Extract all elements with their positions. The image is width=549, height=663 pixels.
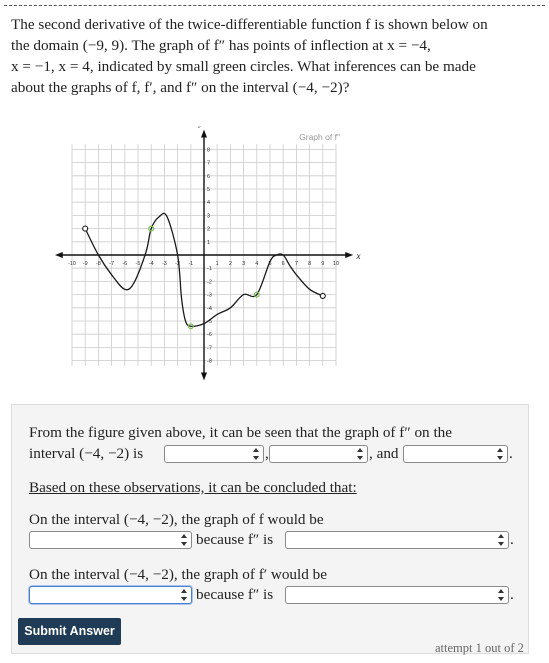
x-tick-label: -10 <box>68 261 76 267</box>
y-tick-label: 5 <box>207 187 210 193</box>
open-endpoint <box>82 225 89 232</box>
y-axis-label: y <box>198 126 203 128</box>
period-separator-2: . <box>510 531 514 548</box>
because-label-2: because f″ is <box>196 586 274 603</box>
x-tick-label: -4 <box>149 261 154 267</box>
select-arrows-icon <box>181 533 188 547</box>
x-tick-label: -1 <box>188 261 193 267</box>
f-graph-select[interactable] <box>29 531 192 549</box>
select-arrows-icon <box>253 447 260 461</box>
x-tick-label: 7 <box>295 261 298 267</box>
x-tick-label: 8 <box>308 261 311 267</box>
x-tick-label: 9 <box>321 261 324 267</box>
x-tick-label: -3 <box>162 261 167 267</box>
f2-behavior-select-2[interactable] <box>269 445 368 463</box>
f-concavity-prompt: On the interval (−4, −2), the graph of f… <box>29 511 324 528</box>
y-tick-label: -7 <box>207 345 212 351</box>
answer-panel: From the figure given above, it can be s… <box>11 404 529 654</box>
y-tick-label: -6 <box>207 332 212 338</box>
because-label-1: because f″ is <box>196 531 274 548</box>
prompt-line-1: From the figure given above, it can be s… <box>29 424 453 441</box>
select-arrows-icon <box>498 588 505 602</box>
fprime-graph-select[interactable] <box>29 586 192 604</box>
y-tick-label: 1 <box>207 240 210 246</box>
y-tick-label: 2 <box>207 227 210 233</box>
x-tick-label: 3 <box>242 261 245 267</box>
prompt-line-2: interval (−4, −2) is <box>29 445 144 462</box>
question-line-1: The second derivative of the twice-diffe… <box>11 16 488 33</box>
select-arrows-icon <box>498 533 505 547</box>
question-text: The second derivative of the twice-diffe… <box>11 14 541 98</box>
conclusion-heading: Based on these observations, it can be c… <box>29 479 357 496</box>
and-separator: , and <box>369 445 399 462</box>
open-endpoint <box>319 292 326 299</box>
f-reason-select[interactable] <box>285 531 509 549</box>
y-tick-label: -2 <box>207 279 212 285</box>
question-line-2: the domain (−9, 9). The graph of f″ has … <box>11 37 431 54</box>
y-tick-label: -1 <box>207 266 212 272</box>
y-tick-label: -8 <box>207 359 212 365</box>
x-tick-label: 4 <box>255 261 258 267</box>
x-tick-label: -5 <box>136 261 141 267</box>
y-tick-label: 8 <box>207 147 210 153</box>
submit-answer-button[interactable]: Submit Answer <box>18 618 121 645</box>
y-tick-label: 6 <box>207 174 210 180</box>
question-line-3: x = −1, x = 4, indicated by small green … <box>11 58 476 75</box>
x-axis-arrow-left <box>55 252 63 258</box>
select-arrows-icon <box>181 588 188 602</box>
period-separator: . <box>509 445 513 462</box>
x-axis-arrow-right <box>345 252 354 258</box>
x-tick-label: 1 <box>216 261 219 267</box>
attempt-counter: attempt 1 out of 2 <box>435 641 524 655</box>
top-dashed-divider <box>4 5 545 6</box>
fprime-reason-select[interactable] <box>285 586 509 604</box>
x-tick-label: 6 <box>282 261 285 267</box>
y-axis-arrow-down <box>201 372 207 381</box>
fprime-prompt: On the interval (−4, −2), the graph of f… <box>29 566 327 583</box>
period-separator-3: . <box>510 586 514 603</box>
x-tick-label: -7 <box>109 261 114 267</box>
select-arrows-icon <box>497 447 504 461</box>
y-tick-label: -4 <box>207 306 212 312</box>
f2-behavior-select-1[interactable] <box>164 445 264 463</box>
y-axis-arrow-up <box>201 129 207 138</box>
x-tick-label: -6 <box>122 261 127 267</box>
x-tick-label: 10 <box>333 261 339 267</box>
graph-figure: -10 -9 -8 -7 -6 -5 -4 -3 -2 -1 1 2 3 4 5 6 7 8 9 10 8 7 6 5 4 3 2 1… <box>55 126 365 381</box>
x-axis-label: x <box>355 251 360 261</box>
select-arrows-icon <box>357 447 364 461</box>
y-tick-label: 7 <box>207 161 210 167</box>
graph-title: Graph of f″ <box>299 132 340 142</box>
f2-behavior-select-3[interactable] <box>403 445 508 463</box>
x-tick-label: -9 <box>83 261 88 267</box>
y-tick-label: 3 <box>207 213 210 219</box>
x-tick-label: -8 <box>96 261 101 267</box>
x-tick-label: 2 <box>229 261 232 267</box>
graph-svg: -10 -9 -8 -7 -6 -5 -4 -3 -2 -1 1 2 3 4 5 6 7 8 9 1087654321… <box>55 126 360 381</box>
question-line-4: about the graphs of f, f′, and f″ on the… <box>11 79 350 96</box>
y-tick-label: -3 <box>207 293 212 299</box>
y-tick-label: 4 <box>207 200 210 206</box>
